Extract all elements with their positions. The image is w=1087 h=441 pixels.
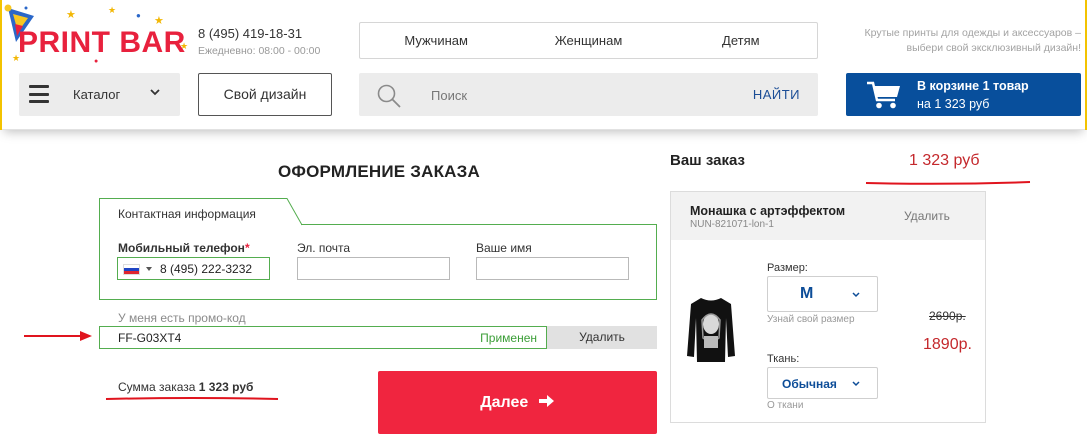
promo-code-field[interactable]: FF-G03XT4 Применен (99, 326, 547, 349)
name-label: Ваше имя (476, 241, 532, 255)
fabric-label: Ткань: (767, 353, 800, 365)
product-name[interactable]: Монашка с артэффектом (690, 204, 845, 218)
your-order-title: Ваш заказ (670, 152, 745, 169)
fabric-info-link[interactable]: О ткани (767, 400, 803, 411)
size-value: M (800, 285, 814, 302)
nav-women[interactable]: Женщинам (512, 33, 664, 48)
promo-label[interactable]: У меня есть промо-код (118, 311, 246, 325)
catalog-button[interactable]: Каталог (19, 73, 180, 116)
chevron-down-icon (852, 292, 860, 298)
order-sum-value: 1 323 руб (198, 380, 254, 394)
phone-label: Мобильный телефон* (118, 241, 250, 255)
gender-nav: Мужчинам Женщинам Детям (359, 22, 818, 59)
russia-flag-icon[interactable] (123, 264, 140, 275)
old-price: 2690р. (929, 309, 966, 323)
chevron-down-icon (150, 89, 160, 96)
checkout-title: ОФОРМЛЕНИЕ ЗАКАЗА (278, 162, 480, 181)
nav-kids[interactable]: Детям (665, 33, 817, 48)
shopping-cart-icon (867, 81, 900, 109)
tab-joint-mask (100, 224, 301, 226)
custom-design-button[interactable]: Свой дизайн (198, 73, 332, 116)
logo-text: PRINT BAR (18, 26, 186, 59)
header-hours: Ежедневно: 08:00 - 00:00 (198, 45, 321, 57)
catalog-label: Каталог (73, 87, 121, 102)
nav-men[interactable]: Мужчинам (360, 33, 512, 48)
size-label: Размер: (767, 262, 808, 274)
search-icon[interactable] (376, 83, 402, 109)
promo-delete-button[interactable]: Удалить (547, 326, 657, 349)
chevron-down-icon (852, 381, 860, 387)
header-accent-left (0, 0, 2, 130)
caret-down-icon (146, 267, 152, 271)
header-tagline: Крутые принты для одежды и аксессуаров –… (841, 26, 1081, 56)
product-image[interactable] (686, 294, 736, 364)
site-logo[interactable]: ★ ★ ★ ● ★ ★ ● PRINT BAR (4, 2, 194, 68)
fabric-select[interactable]: Обычная (767, 367, 878, 399)
hamburger-icon (29, 85, 49, 103)
confetti-star-icon: ★ (66, 9, 76, 21)
contact-info-tab: Контактная информация (118, 207, 256, 221)
order-total: 1 323 руб (909, 152, 980, 169)
confetti-star-icon: ★ (108, 5, 117, 15)
name-field[interactable] (476, 257, 629, 280)
search-bar: НАЙТИ (359, 73, 818, 116)
confetti-dot-icon: ● (136, 11, 141, 20)
order-item-header: Монашка с артэффектом NUN-821071-lon-1 У… (671, 192, 985, 240)
tagline-line-1: Крутые принты для одежды и аксессуаров – (864, 27, 1081, 39)
size-guide-link[interactable]: Узнай свой размер (767, 314, 855, 325)
tagline-line-2: выбери свой эксклюзивный дизайн! (906, 42, 1081, 54)
cart-count: В корзине 1 товар (917, 79, 1029, 93)
annotation-underline-total (865, 181, 1031, 185)
required-mark: * (244, 241, 250, 255)
fabric-value: Обычная (782, 377, 837, 391)
promo-applied-status: Применен (480, 331, 537, 345)
new-price: 1890р. (923, 336, 972, 353)
phone-value: 8 (495) 222-3232 (160, 262, 253, 276)
search-input[interactable] (431, 86, 731, 104)
promo-code-value: FF-G03XT4 (118, 331, 182, 345)
email-field[interactable] (297, 257, 450, 280)
next-button[interactable]: Далее (378, 371, 657, 434)
annotation-underline-sum (105, 397, 279, 400)
site-header: ★ ★ ★ ● ★ ★ ● PRINT BAR 8 (495) 419-18-3… (0, 0, 1087, 130)
remove-item-button[interactable]: Удалить (904, 209, 950, 223)
cart-amount: на 1 323 руб (917, 97, 990, 111)
header-phone[interactable]: 8 (495) 419-18-31 (198, 26, 302, 41)
size-select[interactable]: M (767, 276, 878, 312)
email-label: Эл. почта (297, 241, 351, 255)
next-button-label: Далее (480, 394, 529, 411)
order-item-card: Монашка с артэффектом NUN-821071-lon-1 У… (670, 191, 986, 423)
order-sum: Сумма заказа 1 323 руб (118, 380, 253, 394)
phone-input[interactable]: 8 (495) 222-3232 (117, 257, 270, 280)
search-button[interactable]: НАЙТИ (753, 87, 800, 102)
order-sum-label: Сумма заказа (118, 380, 196, 394)
cart-button[interactable]: В корзине 1 товар на 1 323 руб (846, 73, 1081, 116)
arrow-right-icon (538, 395, 554, 407)
annotation-arrow (24, 331, 92, 341)
product-sku: NUN-821071-lon-1 (690, 219, 774, 230)
phone-label-text: Мобильный телефон (118, 241, 245, 255)
